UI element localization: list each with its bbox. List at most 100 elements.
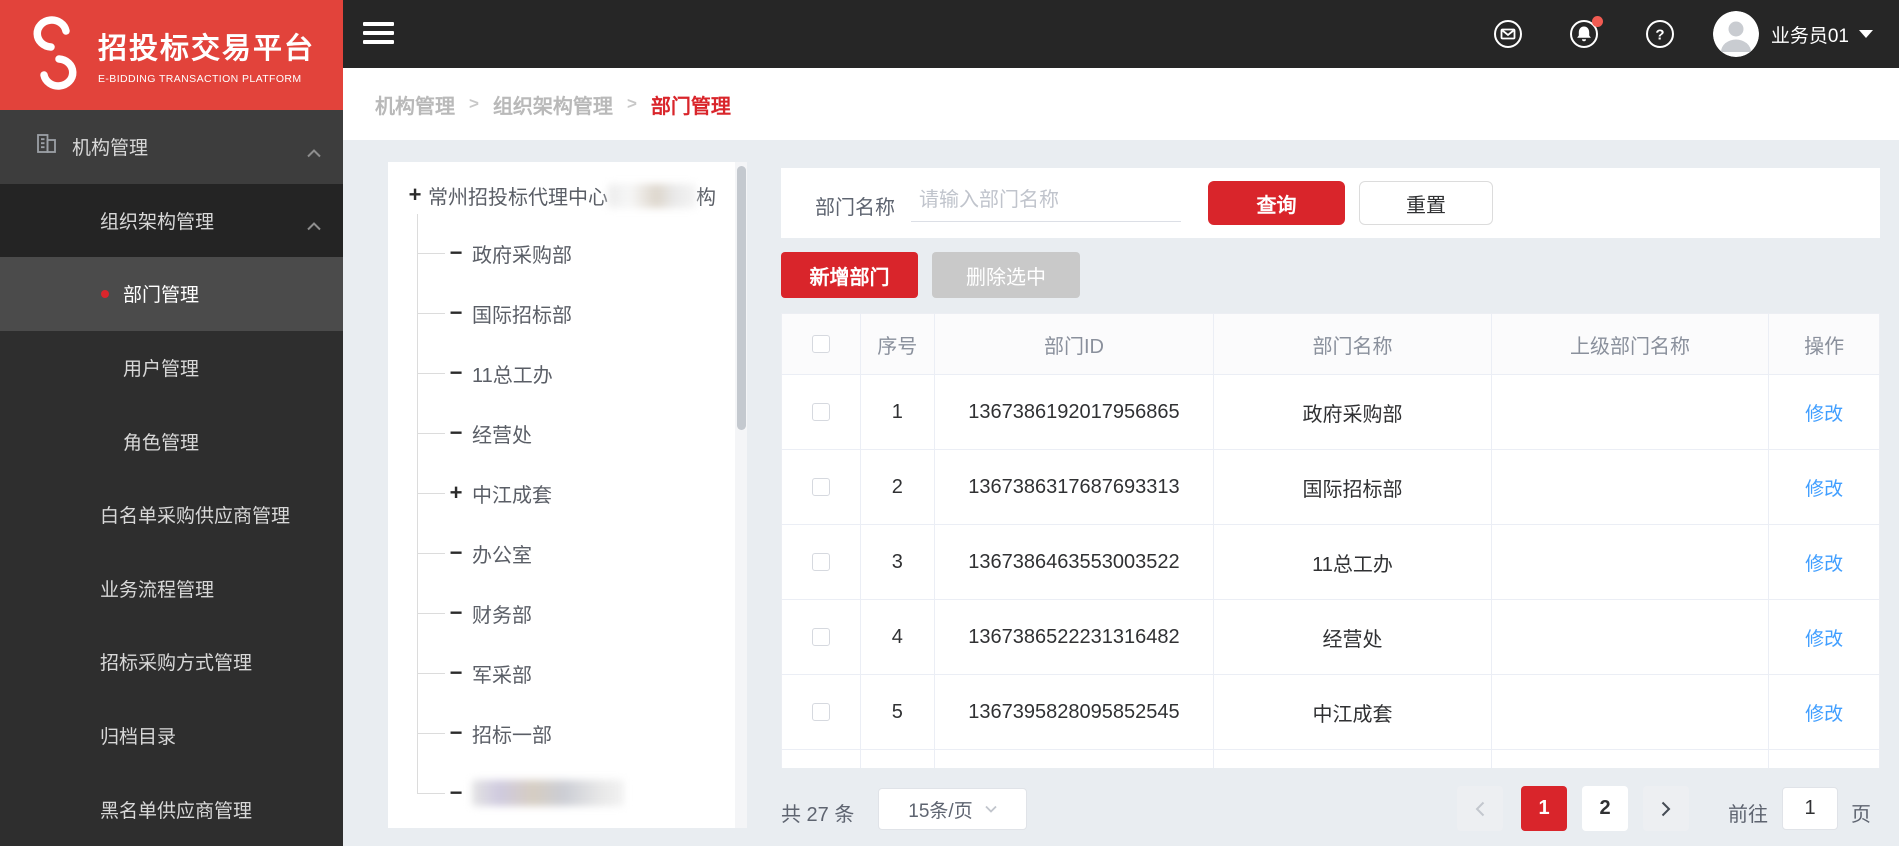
- help-icon[interactable]: ?: [1645, 19, 1675, 49]
- collapse-icon[interactable]: −: [446, 600, 466, 626]
- collapse-icon[interactable]: −: [446, 300, 466, 326]
- tree-node-label[interactable]: 财务部: [472, 599, 532, 628]
- app-logo: 招投标交易平台 E-BIDDING TRANSACTION PLATFORM: [0, 0, 343, 110]
- tree-node-label[interactable]: 国际招标部: [472, 299, 572, 328]
- breadcrumb-org-management[interactable]: 机构管理: [375, 90, 455, 119]
- sidebar-item-users[interactable]: 用户管理: [0, 331, 343, 405]
- tree-node-label[interactable]: 军采部: [472, 659, 532, 688]
- notification-dot: [1591, 16, 1603, 27]
- edit-link[interactable]: 修改: [1805, 549, 1843, 576]
- row-checkbox[interactable]: [811, 703, 830, 721]
- sidebar-item-bidding-methods[interactable]: 招标采购方式管理: [0, 625, 343, 699]
- cell-dept-name: 11总工办: [1214, 525, 1492, 599]
- collapse-icon[interactable]: −: [446, 780, 466, 806]
- sidebar-item-label: 归档目录: [100, 727, 177, 749]
- mail-icon[interactable]: [1493, 19, 1523, 49]
- breadcrumb-org-structure[interactable]: 组织架构管理: [493, 90, 613, 119]
- cell-dept-name: 经营处: [1214, 600, 1492, 674]
- prev-page-button[interactable]: [1457, 786, 1503, 831]
- sidebar-item-org-structure[interactable]: 组织架构管理: [0, 183, 343, 258]
- cell-dept-name: 中江成套: [1214, 675, 1492, 749]
- search-card: 部门名称 查询 重置: [781, 168, 1880, 238]
- add-department-button[interactable]: 新增部门: [781, 252, 918, 298]
- department-table: 序号 部门ID 部门名称 上级部门名称 操作 1 136738619201795…: [781, 313, 1880, 768]
- cell-dept-id: 1367386463553003522: [935, 525, 1215, 599]
- app-title: 招投标交易平台: [98, 33, 316, 65]
- edit-link[interactable]: 修改: [1805, 699, 1843, 726]
- table-row: 2 1367386317687693313 国际招标部 修改: [782, 449, 1879, 524]
- row-checkbox[interactable]: [811, 478, 830, 496]
- breadcrumb: 机构管理 > 组织架构管理 > 部门管理: [343, 68, 1899, 140]
- col-header-action: 操作: [1804, 335, 1845, 358]
- avatar[interactable]: [1712, 11, 1759, 57]
- tree-node-label[interactable]: 中江成套: [472, 479, 552, 508]
- tree-connector-line: [417, 214, 418, 793]
- collapse-icon[interactable]: −: [446, 240, 466, 266]
- bell-icon[interactable]: [1569, 16, 1603, 49]
- row-checkbox[interactable]: [811, 403, 830, 421]
- cell-parent-name: [1492, 600, 1770, 674]
- tree-node-label[interactable]: 办公室: [472, 539, 532, 568]
- tree-node-label[interactable]: 招标一部: [472, 719, 552, 748]
- caret-down-icon[interactable]: [1859, 30, 1873, 38]
- select-all-checkbox[interactable]: [811, 335, 830, 353]
- sidebar-item-org-management[interactable]: 机构管理: [0, 110, 343, 184]
- query-button[interactable]: 查询: [1208, 181, 1345, 225]
- hamburger-menu-icon[interactable]: [363, 22, 394, 46]
- sidebar-item-department[interactable]: 部门管理: [0, 257, 343, 331]
- cell-no: 4: [861, 600, 935, 674]
- sidebar-item-whitelist-suppliers[interactable]: 白名单采购供应商管理: [0, 478, 343, 552]
- tree-node-label[interactable]: 政府采购部: [472, 239, 572, 268]
- delete-selected-button[interactable]: 删除选中: [932, 252, 1080, 298]
- tree-root-node[interactable]: + 常州招投标代理中心构: [388, 180, 716, 210]
- logo-swirl-icon: [26, 15, 84, 96]
- cell-parent-name: [1492, 675, 1770, 749]
- collapse-icon[interactable]: −: [446, 720, 466, 746]
- cell-dept-id: 1367386522231316482: [935, 600, 1215, 674]
- tree-scrollbar-thumb[interactable]: [736, 166, 746, 430]
- total-count: 共 27 条: [781, 804, 855, 826]
- chevron-left-icon: [1475, 801, 1485, 816]
- collapse-icon[interactable]: −: [446, 420, 466, 446]
- username[interactable]: 业务员01: [1771, 21, 1849, 48]
- page-button-1[interactable]: 1: [1521, 786, 1567, 831]
- reset-button[interactable]: 重置: [1359, 181, 1493, 225]
- collapse-icon[interactable]: −: [446, 660, 466, 686]
- tree-node-label[interactable]: 经营处: [472, 419, 532, 448]
- cell-parent-name: [1492, 450, 1770, 524]
- tree-node-label[interactable]: 11总工办: [472, 359, 553, 388]
- goto-label: 前往: [1728, 804, 1768, 826]
- expand-icon[interactable]: +: [405, 182, 425, 208]
- dept-name-input[interactable]: [911, 180, 1181, 222]
- cell-parent-name: [1492, 525, 1770, 599]
- sidebar-item-label: 组织架构管理: [100, 211, 215, 233]
- table-row-clipped: [782, 749, 1879, 768]
- table-header: 序号 部门ID 部门名称 上级部门名称 操作: [782, 314, 1879, 374]
- sidebar-item-blacklist-suppliers[interactable]: 黑名单供应商管理: [0, 772, 343, 846]
- edit-link[interactable]: 修改: [1805, 399, 1843, 426]
- page-button-2[interactable]: 2: [1582, 786, 1628, 831]
- row-checkbox[interactable]: [811, 553, 830, 571]
- collapse-icon[interactable]: −: [446, 540, 466, 566]
- cell-dept-id: 1367386317687693313: [935, 450, 1215, 524]
- edit-link[interactable]: 修改: [1805, 624, 1843, 651]
- col-header-no: 序号: [861, 314, 935, 374]
- goto-page-input[interactable]: [1782, 787, 1838, 830]
- col-header-dept-id: 部门ID: [935, 314, 1215, 374]
- sidebar-item-roles[interactable]: 角色管理: [0, 404, 343, 478]
- sidebar-item-business-flow[interactable]: 业务流程管理: [0, 552, 343, 626]
- cell-no: 1: [861, 375, 935, 449]
- edit-link[interactable]: 修改: [1805, 474, 1843, 501]
- row-checkbox[interactable]: [811, 628, 830, 646]
- expand-icon[interactable]: +: [446, 480, 466, 506]
- sidebar-item-label: 白名单采购供应商管理: [100, 506, 291, 528]
- next-page-button[interactable]: [1643, 786, 1689, 831]
- redacted-text: [472, 780, 624, 806]
- building-icon: [35, 133, 58, 160]
- collapse-icon[interactable]: −: [446, 360, 466, 386]
- sidebar-menu: 机构管理 组织架构管理 部门管理 用户管理 角色管理 白名单采购供应商管理 业务…: [0, 110, 343, 846]
- table-row: 1 1367386192017956865 政府采购部 修改: [782, 374, 1879, 449]
- page-size-select[interactable]: 15条/页: [878, 788, 1027, 830]
- sidebar-item-archive-catalog[interactable]: 归档目录: [0, 699, 343, 773]
- sidebar-item-label: 角色管理: [123, 432, 200, 454]
